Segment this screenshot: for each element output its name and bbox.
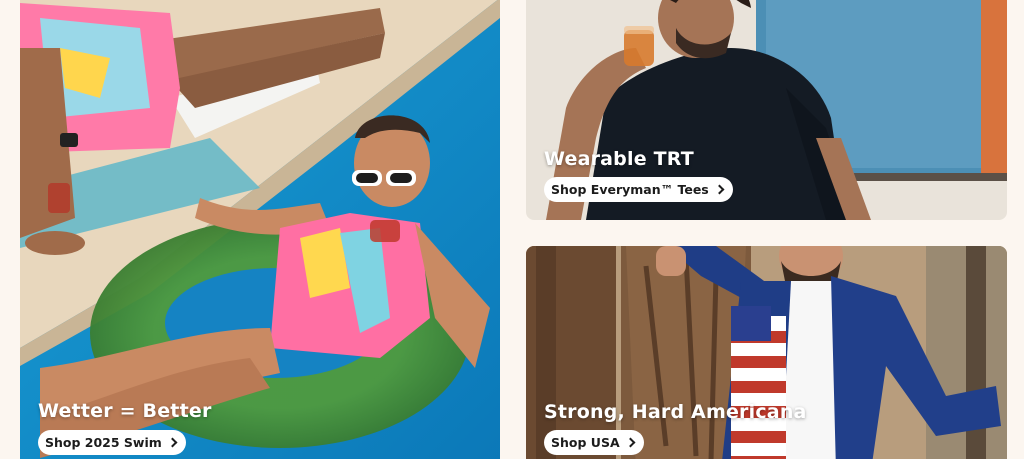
button-label: Shop 2025 Swim [45, 435, 162, 450]
promo-card-usa[interactable]: Strong, Hard Americana Shop USA [526, 246, 1007, 459]
button-label: Shop USA [551, 435, 620, 450]
promo-card-swim[interactable]: Wetter = Better Shop 2025 Swim [20, 0, 500, 459]
chevron-right-icon [167, 437, 178, 448]
promo-title: Strong, Hard Americana [544, 401, 807, 423]
americana-blazer-photo [526, 246, 1007, 459]
promo-card-tees[interactable]: Wearable TRT Shop Everyman™ Tees [526, 0, 1007, 220]
chevron-right-icon [625, 437, 636, 448]
shop-usa-button[interactable]: Shop USA [544, 430, 644, 455]
button-label: Shop Everyman™ Tees [551, 182, 709, 197]
chevron-right-icon [714, 184, 725, 195]
promo-title: Wearable TRT [544, 148, 694, 170]
shop-swim-button[interactable]: Shop 2025 Swim [38, 430, 186, 455]
promo-title: Wetter = Better [38, 400, 212, 422]
pool-swimwear-photo [20, 0, 500, 459]
shop-tees-button[interactable]: Shop Everyman™ Tees [544, 177, 733, 202]
